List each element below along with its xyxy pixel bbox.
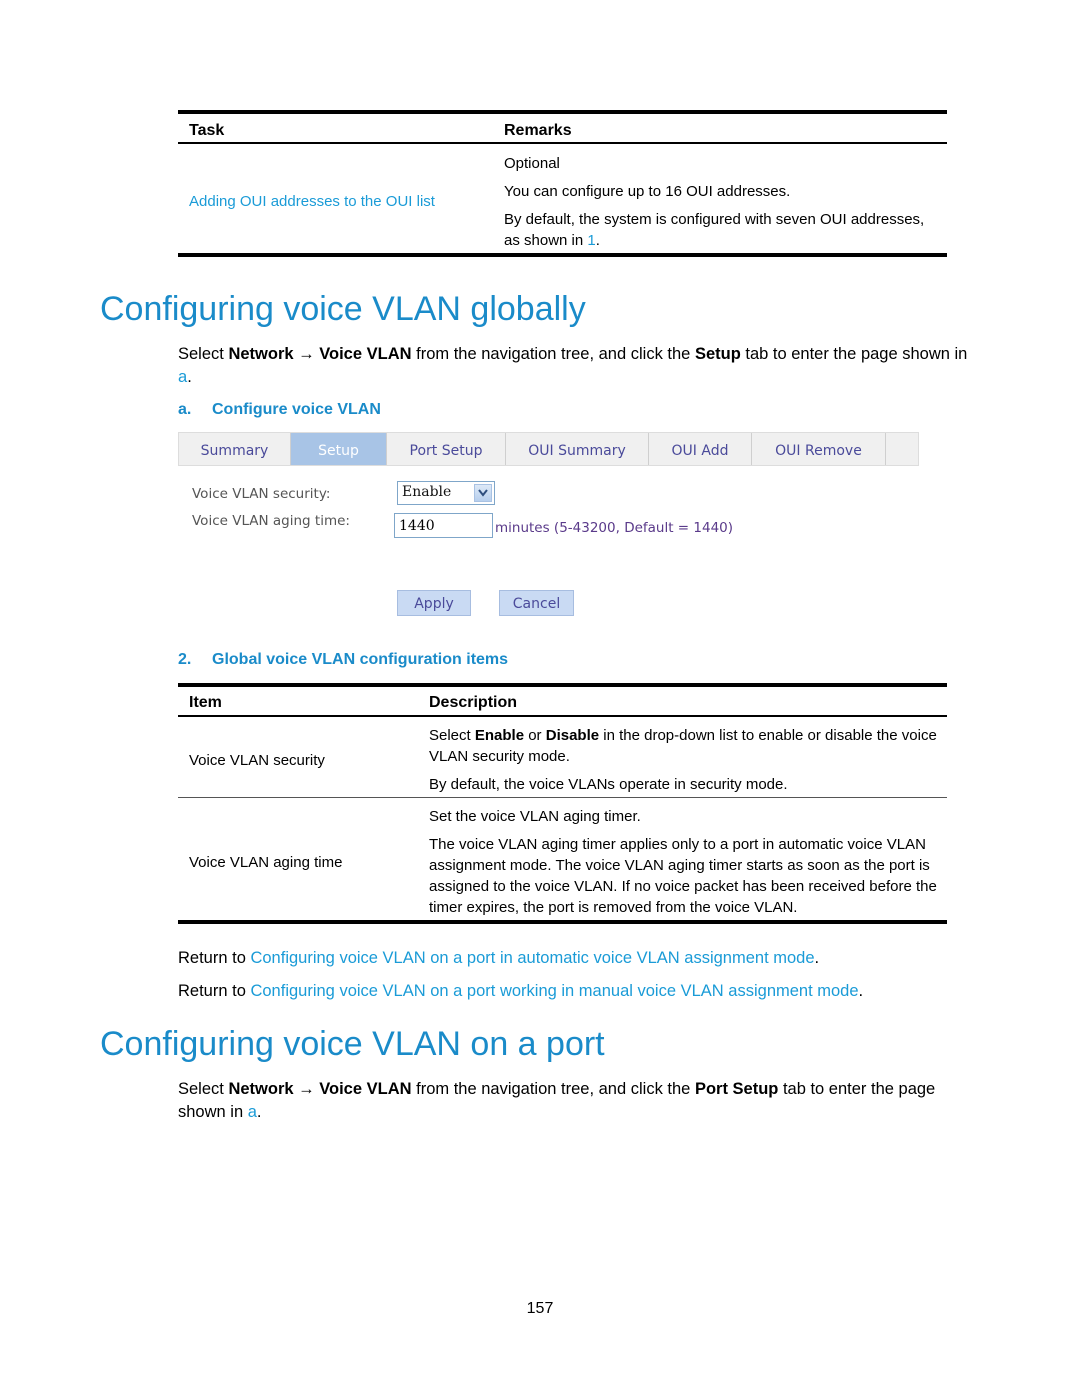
arrow-icon: →	[293, 1080, 320, 1098]
table-header-rule	[178, 715, 947, 717]
security-select-value: Enable	[402, 484, 452, 500]
chevron-down-icon[interactable]	[474, 484, 492, 502]
return-link-manual[interactable]: Configuring voice VLAN on a port working…	[250, 982, 858, 1000]
tab-port-setup[interactable]: Port Setup	[387, 433, 506, 465]
figure-ref-link[interactable]: 1	[587, 232, 595, 249]
description-cell: Set the voice VLAN aging timer.	[429, 808, 641, 825]
figure-ref-link[interactable]: a	[248, 1103, 257, 1121]
column-header-task: Task	[189, 122, 225, 139]
arrow-icon: →	[293, 345, 320, 363]
remark-line: Optional	[504, 155, 560, 172]
remark-line: You can configure up to 16 OUI addresses…	[504, 183, 791, 200]
tab-setup[interactable]: Setup	[291, 433, 387, 465]
remark-line-tail: as shown in 1.	[504, 230, 600, 251]
table-header-rule	[178, 142, 947, 144]
item-cell: Voice VLAN aging time	[189, 854, 343, 871]
intro-text: from the navigation tree, and click the	[411, 1080, 695, 1098]
description-cell: By default, the voice VLANs operate in s…	[429, 776, 788, 793]
desc-bold-enable: Enable	[474, 727, 525, 744]
tab-spacer	[886, 433, 918, 465]
figure-caption: a. Configure voice VLAN	[178, 401, 381, 419]
nav-voice-vlan: Voice VLAN	[319, 1080, 412, 1098]
nav-voice-vlan: Voice VLAN	[319, 345, 412, 363]
section-heading: Configuring voice VLAN globally	[100, 290, 586, 328]
return-text: Return to	[178, 982, 251, 1000]
item-cell: Voice VLAN security	[189, 752, 325, 769]
desc-bold-disable: Disable	[545, 727, 600, 744]
tab-oui-summary[interactable]: OUI Summary	[506, 433, 649, 465]
column-header-item: Item	[189, 694, 222, 711]
return-text: .	[814, 949, 820, 967]
aging-time-input[interactable]	[394, 513, 493, 538]
caption-number: a.	[178, 401, 192, 418]
remark-text: .	[595, 232, 600, 249]
intro-text: Select	[178, 1080, 229, 1098]
cancel-button[interactable]: Cancel	[499, 590, 574, 616]
table-top-rule	[178, 110, 947, 114]
return-text: Return to	[178, 949, 251, 967]
return-line: Return to Configuring voice VLAN on a po…	[178, 980, 983, 1003]
tab-summary[interactable]: Summary	[179, 433, 291, 465]
section-heading: Configuring voice VLAN on a port	[100, 1025, 605, 1063]
column-header-remarks: Remarks	[504, 122, 572, 139]
desc-text: Select	[429, 727, 475, 744]
remark-text: as shown in	[504, 232, 588, 249]
tab-bar: Summary Setup Port Setup OUI Summary OUI…	[178, 432, 919, 466]
page-number: 157	[526, 1300, 554, 1317]
intro-text: from the navigation tree, and click the	[411, 345, 695, 363]
security-select[interactable]: Enable	[397, 481, 495, 505]
desc-text: or	[524, 727, 546, 744]
tab-oui-remove[interactable]: OUI Remove	[752, 433, 886, 465]
return-link-automatic[interactable]: Configuring voice VLAN on a port in auto…	[250, 949, 814, 967]
aging-hint: minutes (5-43200, Default = 1440)	[495, 520, 734, 536]
column-header-description: Description	[429, 694, 518, 711]
return-line: Return to Configuring voice VLAN on a po…	[178, 947, 983, 970]
section-intro: Select Network → Voice VLAN from the nav…	[178, 1078, 983, 1124]
tab-name-setup: Setup	[694, 345, 741, 363]
return-text: .	[858, 982, 864, 1000]
security-label: Voice VLAN security:	[192, 486, 331, 502]
task-link-add-oui[interactable]: Adding OUI addresses to the OUI list	[189, 191, 435, 212]
intro-text: .	[187, 368, 192, 386]
intro-text: tab to enter the page shown in	[740, 345, 968, 363]
remark-line: By default, the system is configured wit…	[504, 211, 925, 228]
apply-button[interactable]: Apply	[397, 590, 471, 616]
table-bottom-rule	[178, 920, 947, 924]
intro-text: Select	[178, 345, 229, 363]
table-top-rule	[178, 683, 947, 687]
nav-network: Network	[228, 1080, 294, 1098]
table-row-rule	[178, 797, 947, 798]
tab-name-port-setup: Port Setup	[694, 1080, 779, 1098]
figure-ref-link[interactable]: a	[178, 368, 187, 386]
caption-text: Configure voice VLAN	[212, 401, 381, 418]
caption-text: Global voice VLAN configuration items	[212, 651, 509, 668]
table-caption: 2. Global voice VLAN configuration items	[178, 651, 508, 669]
table-bottom-rule	[178, 253, 947, 257]
intro-text: .	[256, 1103, 262, 1121]
nav-network: Network	[228, 345, 294, 363]
tab-oui-add[interactable]: OUI Add	[649, 433, 752, 465]
description-cell: Select Enable or Disable in the drop-dow…	[429, 725, 941, 767]
section-intro: Select Network → Voice VLAN from the nav…	[178, 343, 983, 389]
description-cell: The voice VLAN aging timer applies only …	[429, 836, 937, 916]
caption-number: 2.	[178, 651, 192, 668]
aging-label: Voice VLAN aging time:	[192, 513, 350, 529]
